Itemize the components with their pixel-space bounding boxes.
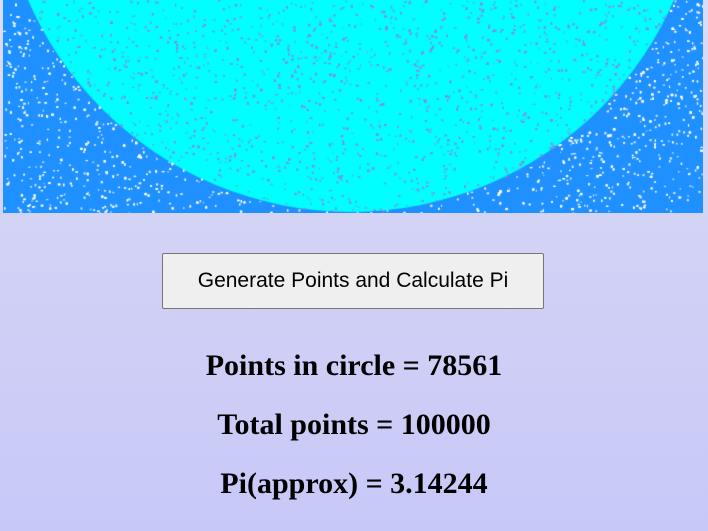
monte-carlo-canvas-area: [3, 0, 703, 213]
pi-approx-text: Pi(approx) = 3.14244: [220, 467, 488, 500]
points-canvas: [3, 0, 703, 213]
generate-points-button[interactable]: Generate Points and Calculate Pi: [162, 253, 544, 309]
total-points-text: Total points = 100000: [217, 408, 491, 441]
points-in-circle-text: Points in circle = 78561: [205, 349, 503, 382]
